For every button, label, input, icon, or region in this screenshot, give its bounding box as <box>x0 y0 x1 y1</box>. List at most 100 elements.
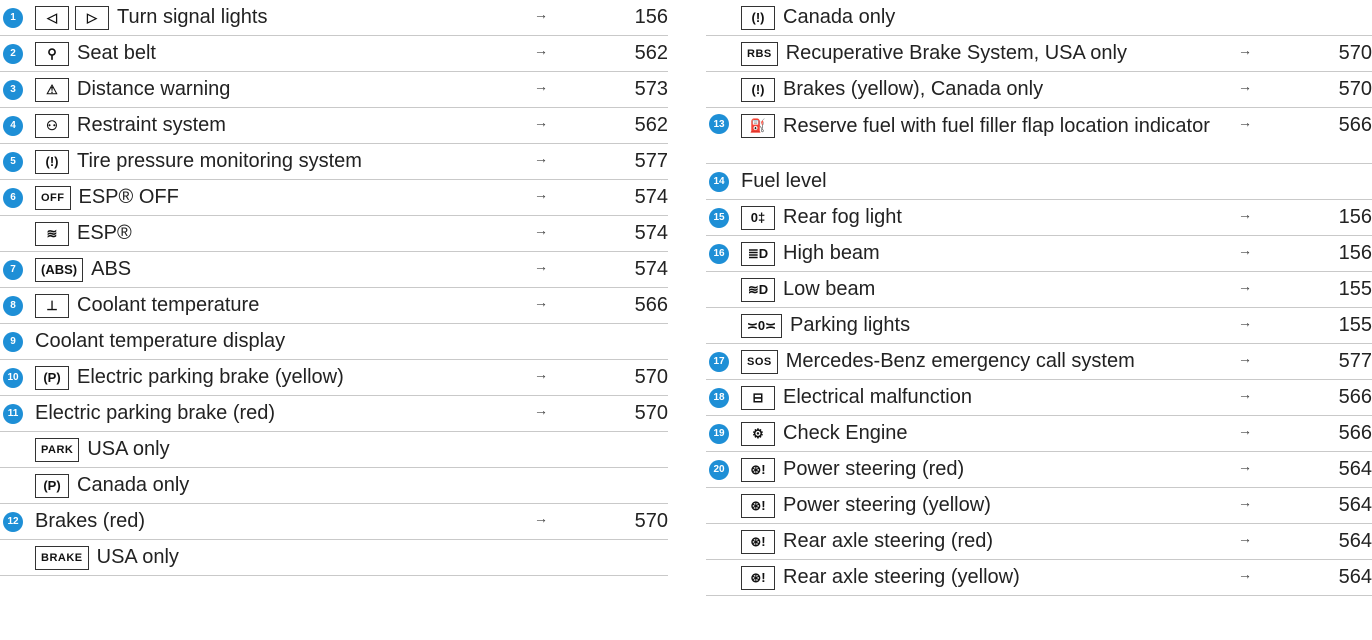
page-reference[interactable]: 156 <box>1312 206 1372 229</box>
legend-row: 3 ⚠ Distance warning → 573 <box>0 72 668 108</box>
page-reference[interactable]: 574 <box>608 222 668 245</box>
page-reference[interactable]: 577 <box>1312 350 1372 373</box>
page-reference[interactable]: 577 <box>608 150 668 173</box>
legend-row: 4 ⚇ Restraint system → 562 <box>0 108 668 144</box>
page-arrow-icon: → <box>534 114 548 130</box>
page-reference[interactable]: 156 <box>608 6 668 29</box>
right-column: (!) Canada only RBS Recuperative Brake Syst… <box>706 0 1372 596</box>
legend-row: 17 SOS Mercedes-Benz emergency call system… <box>706 344 1372 380</box>
page-arrow-icon: → <box>534 402 548 418</box>
legend-row: 12 Brakes (red) → 570 <box>0 504 668 540</box>
legend-row: RBS Recuperative Brake System, USA only → 5… <box>706 36 1372 72</box>
abs-icon: (ABS) <box>35 257 84 282</box>
row-label: Recuperative Brake System, USA only <box>785 42 1127 64</box>
rear-fog-light-icon: 0‡ <box>741 205 775 230</box>
page-reference[interactable]: 566 <box>1312 114 1372 137</box>
high-beam-icon: ≣D <box>741 241 775 266</box>
callout-number-badge: 5 <box>3 151 23 172</box>
callout-number-badge: 9 <box>3 331 23 352</box>
row-label: USA only <box>87 438 170 460</box>
page-arrow-icon: → <box>1238 494 1252 510</box>
page-reference[interactable]: 156 <box>1312 242 1372 265</box>
row-label: USA only <box>96 546 179 568</box>
page-arrow-icon: → <box>1238 350 1252 366</box>
page-reference[interactable]: 562 <box>608 114 668 137</box>
legend-row: (!) Canada only <box>706 0 1372 36</box>
row-label: Power steering (red) <box>783 458 965 480</box>
page-reference[interactable]: 562 <box>608 42 668 65</box>
legend-row: 14 Fuel level <box>706 164 1372 200</box>
page-reference[interactable]: 566 <box>1312 422 1372 445</box>
low-beam-icon: ≋D <box>741 277 775 302</box>
legend-row: ≋ ESP® → 574 <box>0 216 668 252</box>
callout-number-badge: 20 <box>709 459 729 480</box>
page-reference[interactable]: 570 <box>608 366 668 389</box>
left-column: 1 ◁ ▷ Turn signal lights → 156 2 ⚲ Seat belt → 562… <box>0 0 668 576</box>
row-label: ABS <box>91 258 132 280</box>
callout-number-badge: 19 <box>709 423 729 444</box>
callout-number-badge: 4 <box>3 115 23 136</box>
battery-icon: ⊟ <box>741 385 775 410</box>
seat-belt-icon: ⚲ <box>35 41 69 66</box>
page-arrow-icon: → <box>1238 242 1252 258</box>
legend-row: 1 ◁ ▷ Turn signal lights → 156 <box>0 0 668 36</box>
page-reference[interactable]: 570 <box>608 402 668 425</box>
page-reference[interactable]: 574 <box>608 186 668 209</box>
page-reference[interactable]: 564 <box>1312 530 1372 553</box>
callout-number-badge: 16 <box>709 243 729 264</box>
callout-number-badge: 7 <box>3 259 23 280</box>
steering-wheel-icon: ⊛! <box>741 529 775 554</box>
legend-row: 15 0‡ Rear fog light → 156 <box>706 200 1372 236</box>
page-reference[interactable]: 564 <box>1312 566 1372 589</box>
legend-row: 11 Electric parking brake (red) → 570 <box>0 396 668 432</box>
row-label: Rear fog light <box>783 206 902 228</box>
callout-number-badge: 15 <box>709 207 729 228</box>
park-icon: PARK <box>35 437 80 462</box>
parking-brake-icon: (P) <box>35 473 69 498</box>
row-label: Tire pressure monitoring system <box>77 150 362 172</box>
page-arrow-icon: → <box>534 42 548 58</box>
page-arrow-icon: → <box>534 366 548 382</box>
row-label: Reserve fuel with fuel filler flap locat… <box>783 115 1210 137</box>
legend-row: 10 (P) Electric parking brake (yellow) → 570 <box>0 360 668 396</box>
row-label: Rear axle steering (red) <box>783 530 994 552</box>
page-arrow-icon: → <box>534 510 548 526</box>
brake-warning-icon: (!) <box>741 77 775 102</box>
page-arrow-icon: → <box>1238 458 1252 474</box>
row-label: Coolant temperature <box>77 294 260 316</box>
page-arrow-icon: → <box>1238 386 1252 402</box>
row-label: Electrical malfunction <box>783 386 972 408</box>
legend-row: ⊛! Power steering (yellow) → 564 <box>706 488 1372 524</box>
page-reference[interactable]: 574 <box>608 258 668 281</box>
legend-row: (P) Canada only <box>0 468 668 504</box>
page-reference[interactable]: 566 <box>608 294 668 317</box>
page-reference[interactable]: 570 <box>608 510 668 533</box>
legend-row: 2 ⚲ Seat belt → 562 <box>0 36 668 72</box>
distance-warning-icon: ⚠ <box>35 77 69 102</box>
legend-row: ⊛! Rear axle steering (red) → 564 <box>706 524 1372 560</box>
legend-row: 5 (!) Tire pressure monitoring system → 577 <box>0 144 668 180</box>
page-arrow-icon: → <box>534 150 548 166</box>
page-reference[interactable]: 564 <box>1312 494 1372 517</box>
page-reference[interactable]: 573 <box>608 78 668 101</box>
page-reference[interactable]: 570 <box>1312 78 1372 101</box>
legend-row: 13 ⛽ Reserve fuel with fuel filler flap lo… <box>706 108 1372 164</box>
page-reference[interactable]: 566 <box>1312 386 1372 409</box>
callout-number-badge: 10 <box>3 367 23 388</box>
row-label: ESP® <box>77 222 132 244</box>
legend-row: 8 ⊥ Coolant temperature → 566 <box>0 288 668 324</box>
page-reference[interactable]: 155 <box>1312 314 1372 337</box>
page-arrow-icon: → <box>534 222 548 238</box>
callout-number-badge: 3 <box>3 79 23 100</box>
callout-number-badge: 13 <box>709 114 729 134</box>
row-label: Rear axle steering (yellow) <box>783 566 1020 588</box>
legend-row: ≋D Low beam → 155 <box>706 272 1372 308</box>
page-reference[interactable]: 570 <box>1312 42 1372 65</box>
page-reference[interactable]: 155 <box>1312 278 1372 301</box>
row-label: High beam <box>783 242 880 264</box>
page-reference[interactable]: 564 <box>1312 458 1372 481</box>
page-arrow-icon: → <box>1238 314 1252 330</box>
row-label: Turn signal lights <box>117 6 268 28</box>
steering-wheel-icon: ⊛! <box>741 457 775 482</box>
legend-row: PARK USA only <box>0 432 668 468</box>
